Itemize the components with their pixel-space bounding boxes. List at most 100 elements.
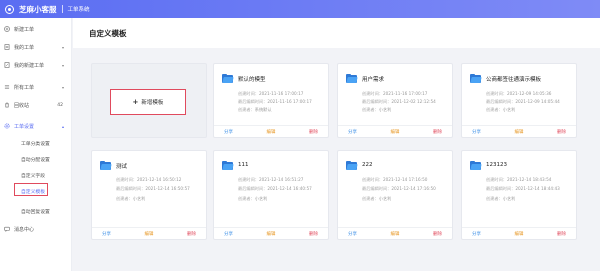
template-edited: 最后编辑时间：2021-11-16 17:00:17 (238, 99, 312, 104)
template-card: 默认的模型 创建时间：2021-11-16 17:00:17 最后编辑时间：20… (213, 63, 329, 138)
share-button[interactable]: 分享 (472, 231, 481, 237)
folder-icon (100, 161, 112, 170)
plus-circle-icon (4, 26, 10, 32)
template-created: 创建时间：2021-11-16 17:00:17 (238, 91, 304, 96)
template-creator: 创建者：小艺利 (486, 196, 516, 201)
sidebar-item-my-tickets[interactable]: 我的工单 ▾ (0, 40, 72, 54)
sidebar-item-message-center[interactable]: 消息中心 (0, 222, 72, 236)
brand-divider (61, 5, 63, 13)
sidebar-item-recycle-bin[interactable]: 回收站 42 (0, 98, 72, 112)
edit-document-icon (4, 62, 10, 68)
template-name: 默认的模型 (238, 77, 266, 83)
template-creator: 创建者：小艺利 (362, 107, 392, 112)
template-created: 创建时间：2021-12-14 16:51:27 (238, 177, 304, 182)
template-card: 222 创建时间：2021-12-14 17:16:50 最后编辑时间：2021… (337, 150, 453, 240)
edit-button[interactable]: 编辑 (145, 231, 154, 237)
folder-icon (222, 74, 234, 83)
sidebar-item-label: 我的工单 (14, 44, 35, 51)
edit-button[interactable]: 编辑 (267, 129, 276, 135)
sidebar-subitem-custom-fields[interactable]: 自定义字段 (0, 169, 72, 181)
template-card: 123123 创建时间：2021-12-14 18:43:54 最后编辑时间：2… (461, 150, 577, 240)
chevron-down-icon: ▾ (61, 62, 64, 68)
folder-icon (346, 74, 358, 83)
share-button[interactable]: 分享 (348, 129, 357, 135)
edit-button[interactable]: 编辑 (391, 129, 400, 135)
share-button[interactable]: 分享 (102, 231, 111, 237)
share-button[interactable]: 分享 (472, 129, 481, 135)
template-name: 222 (362, 162, 373, 168)
template-edited: 最后编辑时间：2021-12-14 18:44:43 (486, 186, 560, 191)
delete-button[interactable]: 删除 (309, 129, 318, 135)
plus-icon: + (132, 98, 139, 106)
page-header: 自定义模板 (73, 18, 600, 48)
brand-name: 芝麻小客服 (19, 4, 57, 14)
template-name: 123123 (486, 162, 507, 168)
chevron-down-icon: ▾ (61, 84, 64, 90)
template-creator: 创建者：系统默认 (238, 107, 272, 112)
template-actions: 分享 编辑 删除 (214, 227, 328, 239)
sidebar-item-label: 工单设置 (14, 123, 35, 130)
template-created: 创建时间：2021-12-09 14:05:36 (486, 91, 552, 96)
template-name: 用户需求 (362, 77, 385, 83)
template-edited: 最后编辑时间：2021-12-14 16:40:57 (238, 186, 312, 191)
sidebar-item-label: 消息中心 (14, 226, 35, 233)
template-edited: 最后编辑时间：2021-12-14 16:50:57 (116, 186, 190, 191)
template-actions: 分享 编辑 删除 (462, 227, 576, 239)
template-actions: 分享 编辑 删除 (214, 125, 328, 137)
template-name: 公商都签往通演示模板 (486, 77, 542, 83)
add-template-button[interactable]: + 新增模板 (110, 89, 186, 115)
template-created: 创建时间：2021-12-14 16:50:12 (116, 177, 182, 182)
edit-button[interactable]: 编辑 (267, 231, 276, 237)
sidebar-item-new-ticket[interactable]: 新建工单 (0, 22, 72, 36)
folder-icon (346, 161, 358, 170)
trash-icon (4, 102, 10, 108)
add-template-label: 新增模板 (141, 100, 164, 106)
share-button[interactable]: 分享 (348, 231, 357, 237)
sidebar-subitem-category-settings[interactable]: 工单分类设置 (0, 137, 72, 149)
delete-button[interactable]: 删除 (309, 231, 318, 237)
delete-button[interactable]: 删除 (557, 231, 566, 237)
template-card: 用户需求 创建时间：2021-11-16 17:00:17 最后编辑时间：202… (337, 63, 453, 138)
template-edited: 最后编辑时间：2021-12-09 14:05:44 (486, 99, 560, 104)
active-highlight-box (14, 183, 48, 196)
sidebar-item-label: 所有工单 (14, 84, 35, 91)
message-icon (4, 226, 10, 232)
sidebar-item-label: 新建工单 (14, 26, 35, 33)
sidebar-item-label: 回收站 (14, 102, 30, 109)
template-card: 测试 创建时间：2021-12-14 16:50:12 最后编辑时间：2021-… (91, 150, 207, 240)
sidebar-item-ticket-settings[interactable]: 工单设置 ▴ (0, 119, 72, 133)
gear-icon (4, 123, 10, 129)
share-button[interactable]: 分享 (224, 129, 233, 135)
sidebar-subitem-auto-reply[interactable]: 自动回复设置 (0, 205, 72, 217)
sidebar-subitem-auto-assign[interactable]: 自动分配设置 (0, 153, 72, 165)
edit-button[interactable]: 编辑 (391, 231, 400, 237)
share-button[interactable]: 分享 (224, 231, 233, 237)
template-creator: 创建者：小艺利 (486, 107, 516, 112)
sidebar-item-all-tickets[interactable]: 所有工单 ▾ (0, 80, 72, 94)
chevron-down-icon: ▾ (61, 44, 64, 50)
sidebar: 新建工单 我的工单 ▾ 我的新建工单 ▾ 所有工单 ▾ 回收站 42 工单设置 (0, 18, 72, 271)
chevron-up-icon: ▴ (61, 123, 64, 129)
subsystem-name: 工单系统 (67, 7, 90, 13)
edit-button[interactable]: 编辑 (515, 231, 524, 237)
template-creator: 创建者：小艺利 (362, 196, 392, 201)
delete-button[interactable]: 删除 (433, 231, 442, 237)
template-creator: 创建者：小艺利 (238, 196, 268, 201)
delete-button[interactable]: 删除 (433, 129, 442, 135)
sidebar-item-label: 我的新建工单 (14, 62, 45, 69)
brand-logo-icon (5, 4, 14, 14)
template-card: 公商都签往通演示模板 创建时间：2021-12-09 14:05:36 最后编辑… (461, 63, 577, 138)
template-actions: 分享 编辑 删除 (338, 125, 452, 137)
template-card: 111 创建时间：2021-12-14 16:51:27 最后编辑时间：2021… (213, 150, 329, 240)
delete-button[interactable]: 删除 (187, 231, 196, 237)
delete-button[interactable]: 删除 (557, 129, 566, 135)
document-icon (4, 44, 10, 50)
sidebar-item-my-created[interactable]: 我的新建工单 ▾ (0, 58, 72, 72)
template-actions: 分享 编辑 删除 (338, 227, 452, 239)
template-created: 创建时间：2021-12-14 18:43:54 (486, 177, 552, 182)
template-created: 创建时间：2021-12-14 17:16:50 (362, 177, 428, 182)
template-grid: + 新增模板 默认的模型 创建时间：2021-11-16 17:00:17 最后… (73, 48, 600, 271)
edit-button[interactable]: 编辑 (515, 129, 524, 135)
template-creator: 创建者：小艺利 (116, 196, 146, 201)
list-icon (4, 84, 10, 90)
